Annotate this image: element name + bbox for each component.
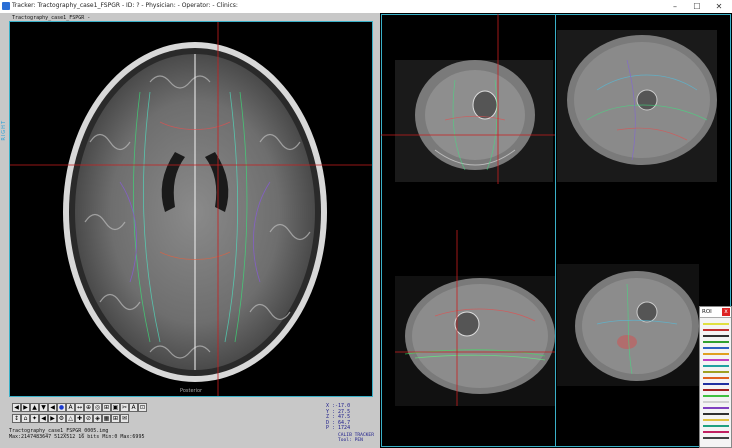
view-divider [555,14,556,447]
roi-item[interactable] [703,413,729,415]
roi-close-button[interactable]: x [722,308,730,316]
tool-button[interactable]: ⊕ [84,403,93,412]
coronal-crosshair [381,14,555,184]
window-title: Tracker: Tractography_case1_FSPGR - ID: … [12,2,238,9]
tool-button[interactable]: A [66,403,75,412]
tool-button[interactable]: A [129,403,138,412]
close-button[interactable]: ✕ [708,0,730,13]
tool-button[interactable]: ▲ [30,403,39,412]
roi-item[interactable] [703,371,729,373]
tool-button[interactable]: ▼ [39,403,48,412]
roi-item[interactable] [703,401,729,403]
roi-panel: ROI x [699,306,732,448]
roi-item[interactable] [703,323,729,325]
image-info: Tractography_case1_FSPGR_0005.img Max:21… [9,428,144,440]
calib-tool: Tool: PEN [338,438,363,443]
app-icon [2,2,10,10]
roi-item[interactable] [703,359,729,361]
tool-button[interactable]: ⌂ [21,414,30,423]
roi-item[interactable] [703,383,729,385]
tool-button[interactable]: ⊘ [84,414,93,423]
roi-item[interactable] [703,335,729,337]
roi-item[interactable] [703,353,729,355]
tool-button[interactable]: ◎ [93,403,102,412]
tool-button[interactable]: △ [66,414,75,423]
roi-item[interactable] [703,407,729,409]
title-bar: Tracker: Tractography_case1_FSPGR - ID: … [0,0,732,14]
roi-item[interactable] [703,377,729,379]
tool-button[interactable]: ⊞ [111,414,120,423]
roi-item[interactable] [703,395,729,397]
tool-button[interactable]: ▣ [111,403,120,412]
sagittal-view-bottom[interactable] [395,276,555,406]
tool-button[interactable]: ↔ [75,403,84,412]
roi-item[interactable] [703,437,729,439]
coord-p: P : 1724 [326,425,351,432]
tool-button[interactable]: ▶ [21,403,30,412]
axial-mri-image [10,22,372,396]
calib-status: CALIB TRACKER Tool: PEN [338,433,374,443]
roi-item[interactable] [703,389,729,391]
tool-button[interactable]: ◀ [39,414,48,423]
sagittal-crosshair-vertical [456,230,458,406]
tool-button[interactable]: ◀ [12,403,21,412]
tool-button[interactable]: ⊡ [138,403,147,412]
coordinates-readout: X :-17.0 Y : 27.5 Z : 47.5 D : 64.7 P : … [326,403,351,432]
tool-button[interactable]: ◈ [93,414,102,423]
maximize-button[interactable]: ☐ [686,0,708,13]
tool-button[interactable]: ✂ [120,403,129,412]
tool-button[interactable]: ⊞ [102,403,111,412]
tool-button[interactable]: ▶ [48,414,57,423]
sagittal-view-top[interactable] [557,30,717,182]
tool-button[interactable]: ✦ [30,414,39,423]
posterior-label: Posterior [180,388,203,394]
roi-item[interactable] [703,329,729,331]
roi-item[interactable] [703,431,729,433]
side-orientation-label: RIGHT [1,120,7,141]
tool-button[interactable]: ✉ [120,414,129,423]
sagittal-view-right[interactable] [557,264,699,386]
tool-button[interactable]: ⚙ [57,414,66,423]
tool-button[interactable]: ▦ [102,414,111,423]
tool-button[interactable]: ● [57,403,66,412]
tool-palette: ◀ ▶ ▲ ▼ ◀ ● A ↔ ⊕ ◎ ⊞ ▣ ✂ A ⊡ ↕ ⌂ ✦ ◀ ▶ … [12,403,152,427]
image-stats: Max:2147483647 512X512 16 bits Min:0 Max… [9,434,145,440]
roi-item[interactable] [703,425,729,427]
roi-item[interactable] [703,347,729,349]
roi-item[interactable] [703,365,729,367]
minimize-button[interactable]: – [664,0,686,13]
roi-item[interactable] [703,341,729,343]
tool-button[interactable]: ↕ [12,414,21,423]
tool-button[interactable]: ✚ [75,414,84,423]
roi-item[interactable] [703,419,729,421]
tool-button[interactable]: ◀ [48,403,57,412]
axial-view[interactable]: Posterior [9,21,373,397]
